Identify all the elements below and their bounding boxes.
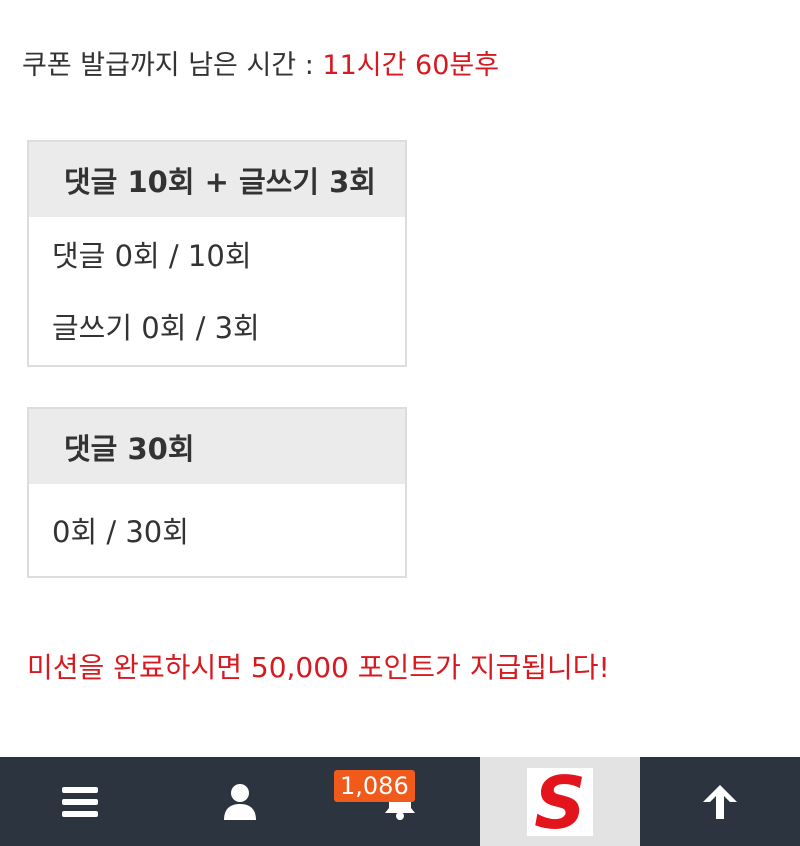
mission-progress-comments: 0회 / 30회	[52, 515, 189, 549]
nav-home-logo-button[interactable]: S	[480, 757, 640, 846]
site-logo-letter: S	[534, 766, 586, 838]
user-icon	[224, 783, 256, 820]
bottom-nav-bar: S 1,086	[0, 757, 800, 846]
mission-title: 댓글 30회	[29, 409, 405, 484]
coupon-timer-value: 11시간 60분후	[322, 50, 500, 81]
site-logo: S	[527, 766, 593, 838]
reward-notice: 미션을 완료하시면 50,000 포인트가 지급됩니다!	[27, 651, 610, 684]
mission-box-comments: 댓글 30회 0회 / 30회	[27, 407, 407, 578]
nav-scroll-top-button[interactable]	[640, 757, 800, 846]
notification-count-badge[interactable]: 1,086	[334, 770, 415, 802]
mission-progress-posts: 글쓰기 0회 / 3회	[52, 311, 260, 345]
coupon-timer-label: 쿠폰 발급까지 남은 시간 :	[22, 50, 323, 81]
menu-icon	[62, 786, 98, 817]
nav-account-button[interactable]	[160, 757, 320, 846]
arrow-up-icon	[703, 784, 737, 819]
mission-progress-comments: 댓글 0회 / 10회	[52, 239, 252, 273]
coupon-timer: 쿠폰 발급까지 남은 시간 : 11시간 60분후	[22, 46, 499, 86]
mission-title: 댓글 10회 + 글쓰기 3회	[29, 142, 405, 217]
mission-box-comments-posts: 댓글 10회 + 글쓰기 3회 댓글 0회 / 10회 글쓰기 0회 / 3회	[27, 140, 407, 367]
nav-menu-button[interactable]	[0, 757, 160, 846]
